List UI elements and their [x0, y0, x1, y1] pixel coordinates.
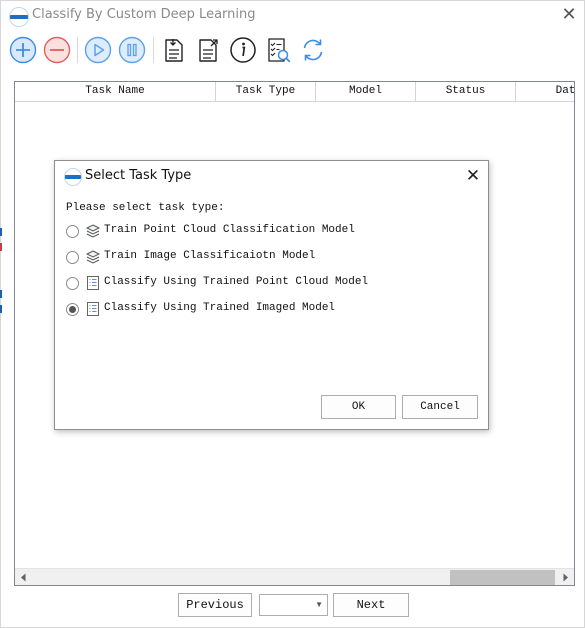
radio-button[interactable] — [66, 225, 79, 238]
background-edge-mark — [0, 305, 2, 313]
dropdown-arrow-icon: ▼ — [315, 600, 323, 609]
scroll-left-button[interactable] — [15, 569, 32, 585]
arrow-left-icon — [21, 573, 26, 582]
pause-circle-icon — [118, 36, 146, 64]
toolbar — [1, 33, 584, 69]
option-label: Train Point Cloud Classification Model — [104, 224, 355, 236]
play-circle-icon — [84, 36, 112, 64]
radio-button[interactable] — [66, 251, 79, 264]
background-edge-mark — [0, 243, 2, 251]
window-title: Classify By Custom Deep Learning — [32, 7, 256, 22]
layers-icon — [85, 224, 101, 238]
table-header: Task Name Task Type Model Status Dat — [15, 82, 574, 102]
option-classify-point-cloud[interactable]: Classify Using Trained Point Cloud Model — [66, 274, 466, 292]
list-document-icon — [87, 276, 99, 290]
next-button[interactable]: Next — [333, 593, 409, 617]
cancel-button[interactable]: Cancel — [402, 395, 478, 419]
dialog-prompt: Please select task type: — [66, 202, 225, 214]
option-train-point-cloud[interactable]: Train Point Cloud Classification Model — [66, 222, 466, 240]
document-export-icon — [199, 39, 218, 62]
import-button[interactable] — [159, 35, 189, 65]
document-import-icon — [165, 39, 183, 62]
app-logo-icon — [9, 7, 29, 27]
toolbar-separator — [77, 37, 78, 63]
option-classify-image[interactable]: Classify Using Trained Imaged Model — [66, 300, 466, 318]
window-close-button[interactable]: ✕ — [559, 4, 579, 26]
info-icon — [230, 37, 256, 63]
column-header-model[interactable]: Model — [316, 82, 416, 101]
toolbar-separator — [153, 37, 154, 63]
dialog-title: Select Task Type — [85, 168, 192, 183]
info-button[interactable] — [228, 35, 258, 65]
remove-task-button[interactable] — [42, 35, 72, 65]
arrow-right-icon — [563, 573, 568, 582]
option-label: Train Image Classificaiotn Model — [104, 250, 316, 262]
app-logo-icon — [64, 168, 82, 186]
view-log-button[interactable] — [263, 35, 293, 65]
scroll-right-button[interactable] — [557, 569, 574, 585]
column-header-status[interactable]: Status — [416, 82, 516, 101]
column-header-task-type[interactable]: Task Type — [216, 82, 316, 101]
background-edge-mark — [0, 228, 2, 236]
checklist-search-icon — [268, 38, 291, 63]
horizontal-scrollbar[interactable] — [15, 568, 574, 585]
dialog-close-button[interactable]: ✕ — [463, 165, 483, 187]
column-header-task-name[interactable]: Task Name — [15, 82, 216, 101]
refresh-button[interactable] — [298, 35, 328, 65]
title-bar: Classify By Custom Deep Learning ✕ — [1, 1, 584, 31]
ok-button[interactable]: OK — [321, 395, 396, 419]
pause-task-button[interactable] — [117, 35, 147, 65]
layers-icon — [85, 250, 101, 264]
option-label: Classify Using Trained Imaged Model — [104, 302, 336, 314]
column-header-date[interactable]: Dat — [516, 82, 574, 101]
minus-circle-icon — [43, 36, 71, 64]
option-train-image[interactable]: Train Image Classificaiotn Model — [66, 248, 466, 266]
list-document-icon — [87, 302, 99, 316]
add-task-button[interactable] — [8, 35, 38, 65]
scrollbar-thumb[interactable] — [450, 570, 555, 585]
background-edge-mark — [0, 290, 2, 298]
select-task-type-dialog: Select Task Type ✕ Please select task ty… — [54, 160, 489, 430]
plus-circle-icon — [9, 36, 37, 64]
page-select[interactable]: ▼ — [259, 594, 328, 616]
start-task-button[interactable] — [83, 35, 113, 65]
radio-button-selected[interactable] — [66, 303, 79, 316]
refresh-icon — [303, 39, 323, 61]
radio-button[interactable] — [66, 277, 79, 290]
option-label: Classify Using Trained Point Cloud Model — [104, 276, 369, 288]
export-button[interactable] — [193, 35, 223, 65]
previous-button[interactable]: Previous — [178, 593, 252, 617]
